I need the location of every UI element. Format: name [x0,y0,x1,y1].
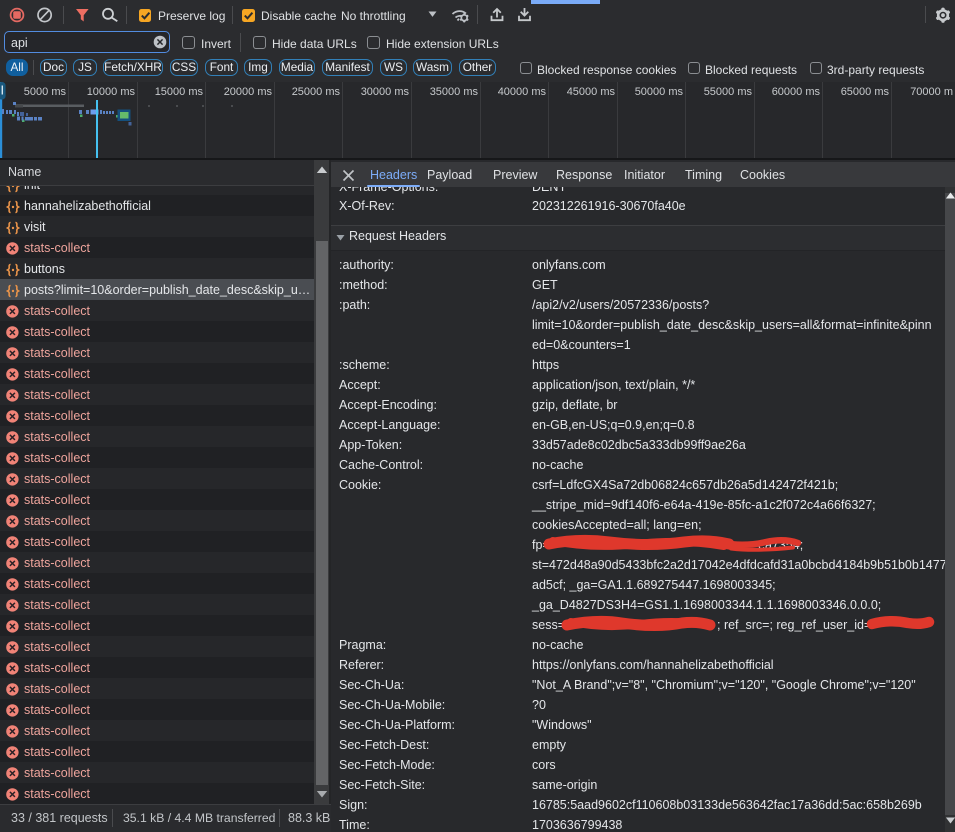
svg-text:5000 ms: 5000 ms [24,86,67,98]
svg-text:45000 ms: 45000 ms [567,86,616,98]
svg-text:55000 ms: 55000 ms [704,86,753,98]
svg-text:40000 ms: 40000 ms [498,86,547,98]
svg-text:25000 ms: 25000 ms [292,86,341,98]
svg-text:70000 m: 70000 m [910,86,953,98]
svg-text:10000 ms: 10000 ms [87,86,136,98]
svg-text:60000 ms: 60000 ms [772,86,821,98]
svg-text:30000 ms: 30000 ms [361,86,410,98]
svg-text:15000 ms: 15000 ms [155,86,204,98]
svg-text:35000 ms: 35000 ms [430,86,479,98]
svg-text:20000 ms: 20000 ms [224,86,273,98]
svg-text:65000 ms: 65000 ms [841,86,890,98]
svg-text:50000 ms: 50000 ms [635,86,684,98]
